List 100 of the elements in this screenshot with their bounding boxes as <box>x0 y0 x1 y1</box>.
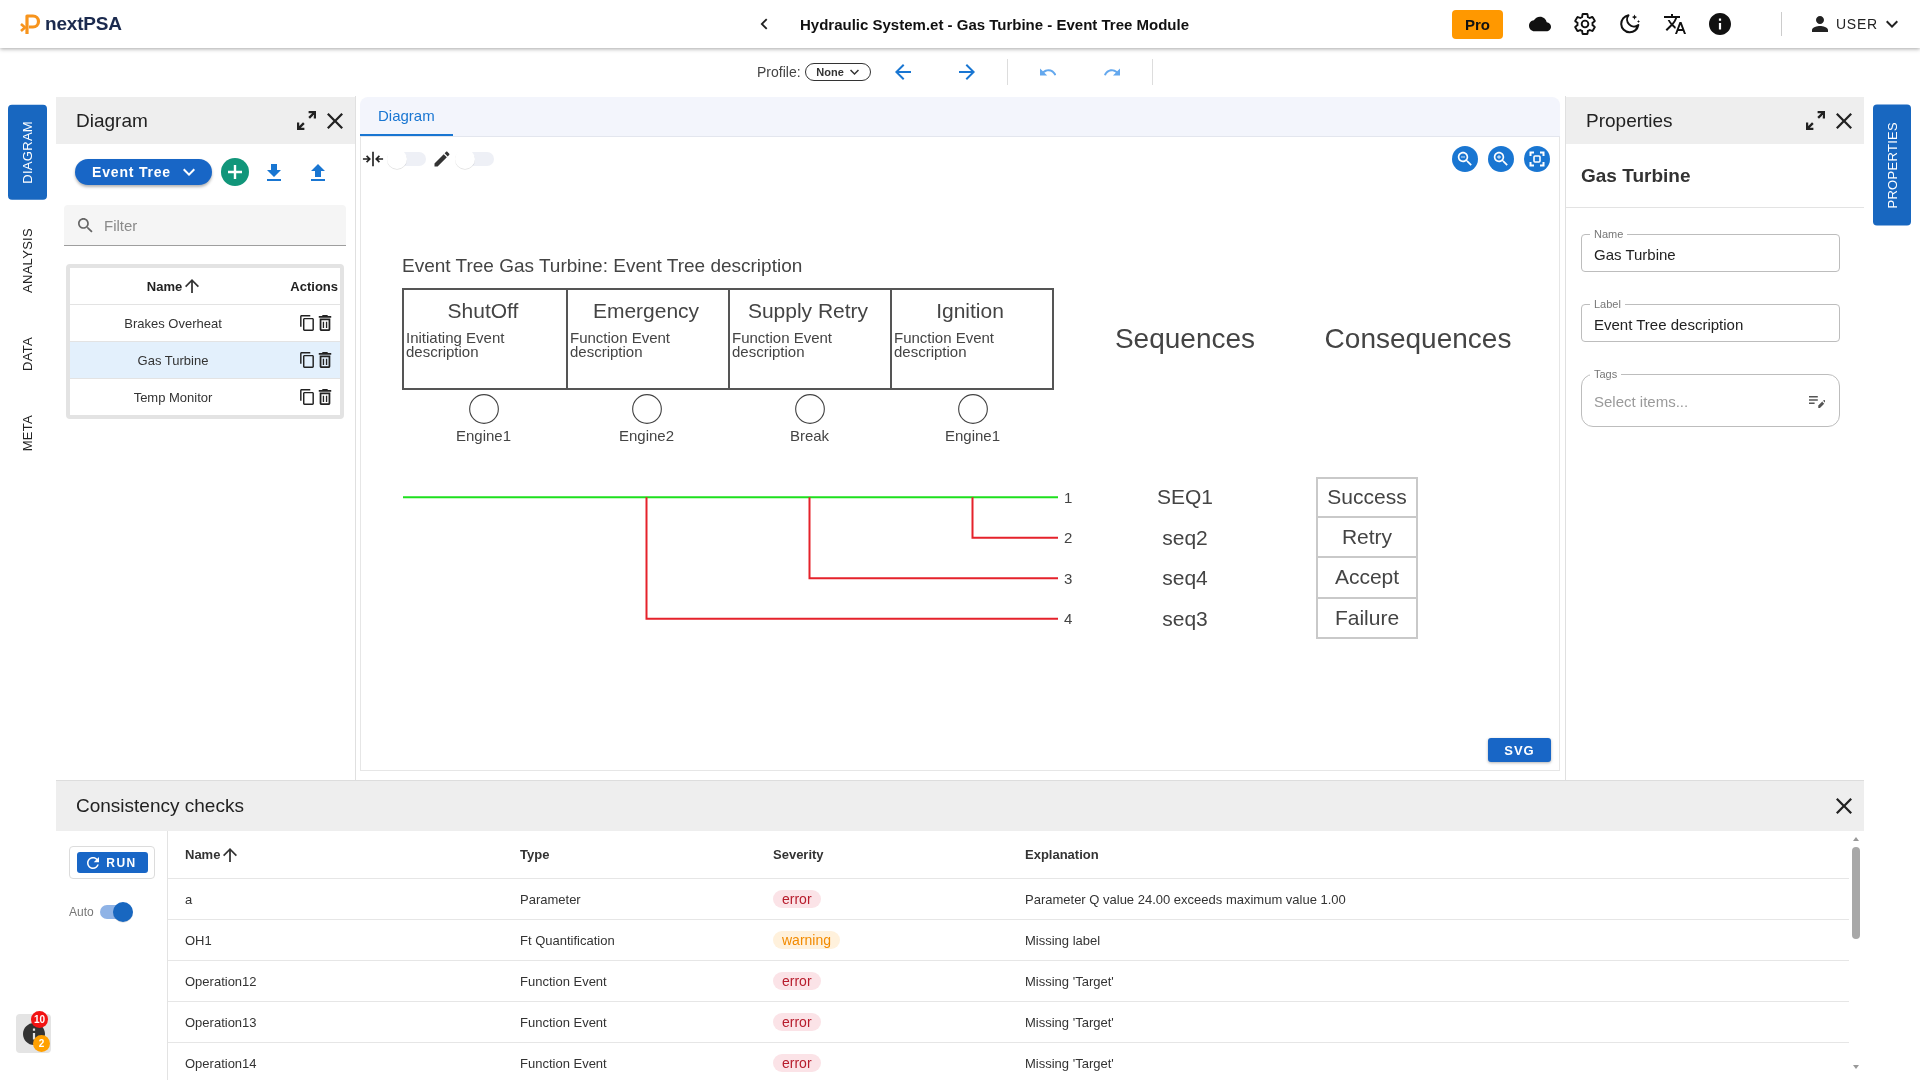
table-cell: Missing 'Target' <box>1025 1014 1114 1030</box>
edit-list-icon[interactable] <box>1809 395 1825 408</box>
text-input[interactable]: Gas Turbine <box>1594 244 1829 264</box>
logo-text: nextPSA <box>45 13 122 35</box>
table-cell: Operation14 <box>185 1055 257 1071</box>
event-name: Emergency <box>591 298 701 324</box>
sequence-name: SEQ1 <box>1157 485 1213 510</box>
table-cell: Ft Quantification <box>520 932 615 948</box>
side-tab[interactable]: DIAGRAM <box>8 105 47 200</box>
panel-title: Consistency checks <box>76 795 245 817</box>
circle-node-icon[interactable] <box>794 394 825 424</box>
error-count: 10 <box>31 1011 48 1028</box>
settings-icon[interactable] <box>1573 13 1596 35</box>
close-icon[interactable] <box>1836 798 1852 814</box>
back-arrow-icon[interactable] <box>894 64 911 80</box>
sort-up-arrow-icon <box>185 279 200 293</box>
event-header-cell[interactable]: Emergency Function Event description <box>566 290 728 388</box>
zoom-out-icon[interactable] <box>1452 146 1478 172</box>
table-cell: Parameter <box>520 891 581 907</box>
table-cell-text: Temp Monitor <box>132 389 214 405</box>
event-description: Function Event description <box>894 331 996 359</box>
trash-icon[interactable] <box>317 389 333 405</box>
table-cell: a <box>185 891 193 907</box>
branch-label: Engine1 <box>944 427 1001 444</box>
fit-screen-icon[interactable] <box>1524 146 1550 172</box>
circle-node-icon[interactable] <box>631 394 662 424</box>
warning-count: 2 <box>33 1035 50 1052</box>
upload-icon[interactable] <box>311 163 325 181</box>
moon-icon[interactable] <box>1618 13 1641 35</box>
chevron-down-icon <box>849 69 859 75</box>
side-tab[interactable]: ANALYSIS <box>8 211 47 309</box>
column-header[interactable]: Type <box>503 847 756 862</box>
forward-arrow-icon[interactable] <box>958 64 975 80</box>
notifications-button[interactable]: 10 2 <box>16 1014 51 1053</box>
add-icon[interactable] <box>221 158 249 186</box>
table-cell: Operation12 <box>185 973 257 989</box>
consequence-cell: Accept <box>1316 558 1418 599</box>
zoom-in-icon[interactable] <box>1488 146 1514 172</box>
circle-node-icon[interactable] <box>957 394 988 424</box>
diagram-title: Event Tree Gas Turbine: Event Tree description <box>402 254 803 278</box>
tags-input[interactable]: Select items... <box>1594 391 1809 412</box>
column-header[interactable]: Severity <box>756 847 1008 862</box>
run-button[interactable]: RUN <box>76 852 148 873</box>
copy-icon[interactable] <box>299 315 315 331</box>
column-header[interactable]: Name <box>168 847 503 862</box>
sequences-heading: Sequences <box>1114 323 1256 355</box>
column-header[interactable]: Name <box>70 278 276 294</box>
event-header-cell[interactable]: Ignition Function Event description <box>890 290 1052 388</box>
field-label: Name <box>1590 228 1628 240</box>
event-description: Function Event description <box>732 331 834 359</box>
document-title: Hydraulic System.et - Gas Turbine - Event Tree Module <box>800 15 1189 33</box>
toggle-switch[interactable] <box>386 147 428 171</box>
consequence-cell: Success <box>1316 477 1418 518</box>
event-description: Initiating Event description <box>406 331 506 359</box>
copy-icon[interactable] <box>299 389 315 405</box>
sequence-name: seq3 <box>1162 606 1208 631</box>
branch-label: Break <box>789 427 830 444</box>
trash-icon[interactable] <box>317 315 333 331</box>
table-cell: OH1 <box>185 932 212 948</box>
expand-icon[interactable] <box>297 111 316 130</box>
translate-icon[interactable] <box>1663 13 1686 35</box>
sequence-number: 1 <box>1064 488 1073 506</box>
export-svg-button[interactable]: SVG <box>1488 738 1551 762</box>
chevron-down-icon <box>1886 20 1898 28</box>
panel-title: Properties <box>1586 109 1674 132</box>
event-header-cell[interactable]: Supply Retry Function Event description <box>728 290 890 388</box>
trash-icon[interactable] <box>317 352 333 368</box>
expand-icon[interactable] <box>1806 111 1825 130</box>
chevron-left-icon[interactable] <box>760 18 768 30</box>
side-tab[interactable]: META <box>8 398 47 468</box>
filter-input[interactable]: Filter <box>104 216 304 234</box>
branch-label: Engine1 <box>455 427 512 444</box>
selected-item-title: Gas Turbine <box>1581 164 1691 187</box>
table-row[interactable]: Gas Turbine <box>70 341 340 378</box>
column-header[interactable]: Actions <box>290 278 340 294</box>
severity-tag: error <box>773 1013 821 1031</box>
event-header-cell[interactable]: ShutOff Initiating Event description <box>404 290 566 388</box>
diagram-type-dropdown[interactable]: Event Tree <box>75 159 212 185</box>
severity-tag: error <box>773 1054 821 1072</box>
table-row[interactable]: Temp Monitor <box>70 378 340 415</box>
panel-title: Diagram <box>76 109 149 132</box>
column-header[interactable]: Explanation <box>1008 847 1849 862</box>
toggle-switch[interactable] <box>454 147 496 171</box>
info-icon[interactable] <box>1708 13 1731 35</box>
close-icon[interactable] <box>1836 112 1852 129</box>
circle-node-icon[interactable] <box>468 394 499 424</box>
sequence-name: seq2 <box>1162 525 1208 550</box>
filter-field[interactable]: Filter <box>64 205 346 246</box>
text-input[interactable]: Event Tree description <box>1594 314 1829 334</box>
toggle-switch[interactable] <box>97 900 134 924</box>
user-menu[interactable]: USER <box>1811 16 1898 32</box>
pro-button[interactable]: Pro <box>1451 9 1503 39</box>
side-tab[interactable]: PROPERTIES <box>1873 105 1911 226</box>
chevron-down-icon <box>182 168 195 176</box>
event-description: Function Event description <box>570 331 672 359</box>
branch-label: Engine2 <box>618 427 675 444</box>
copy-icon[interactable] <box>299 352 315 368</box>
close-icon[interactable] <box>327 112 343 129</box>
side-tab[interactable]: DATA <box>8 320 47 387</box>
download-icon[interactable] <box>267 163 281 181</box>
